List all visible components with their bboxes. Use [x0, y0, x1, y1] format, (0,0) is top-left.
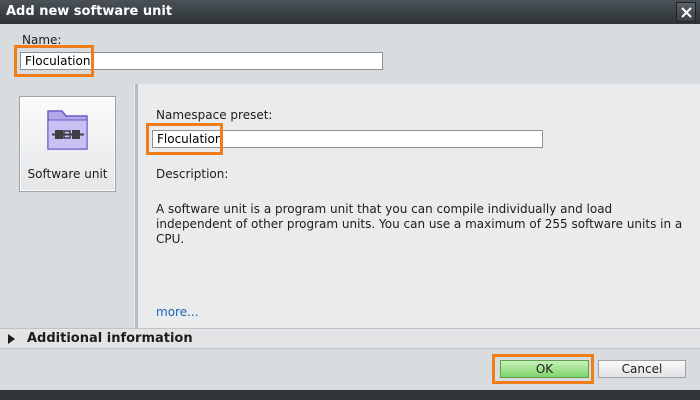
dialog-title: Add new software unit [6, 4, 173, 19]
name-input[interactable]: Floculation [20, 52, 383, 70]
close-icon [681, 7, 692, 18]
additional-information-toggle[interactable]: Additional information [0, 328, 700, 349]
text-caret [91, 55, 93, 67]
namespace-input-value: Floculation [157, 132, 223, 146]
name-label: Name: [22, 33, 62, 47]
title-bar: Add new software unit [0, 0, 700, 24]
namespace-label: Namespace preset: [156, 108, 273, 122]
more-link[interactable]: more... [156, 305, 199, 319]
description-label: Description: [156, 167, 229, 181]
add-software-unit-dialog: Add new software unit Name: Floculation … [0, 0, 700, 400]
window-bottom-edge [0, 390, 700, 400]
ok-button[interactable]: OK [500, 360, 589, 378]
additional-information-label: Additional information [27, 331, 193, 346]
software-unit-label: Software unit [27, 167, 108, 181]
close-button[interactable] [676, 2, 696, 22]
cancel-button[interactable]: Cancel [598, 360, 686, 378]
name-input-value: Floculation [25, 54, 91, 68]
description-text: A software unit is a program unit that y… [156, 202, 683, 246]
software-unit-icon [47, 110, 88, 150]
expand-arrow-icon [8, 334, 15, 344]
namespace-input[interactable]: Floculation [152, 130, 543, 148]
software-unit-tile[interactable]: Software unit [19, 96, 116, 192]
